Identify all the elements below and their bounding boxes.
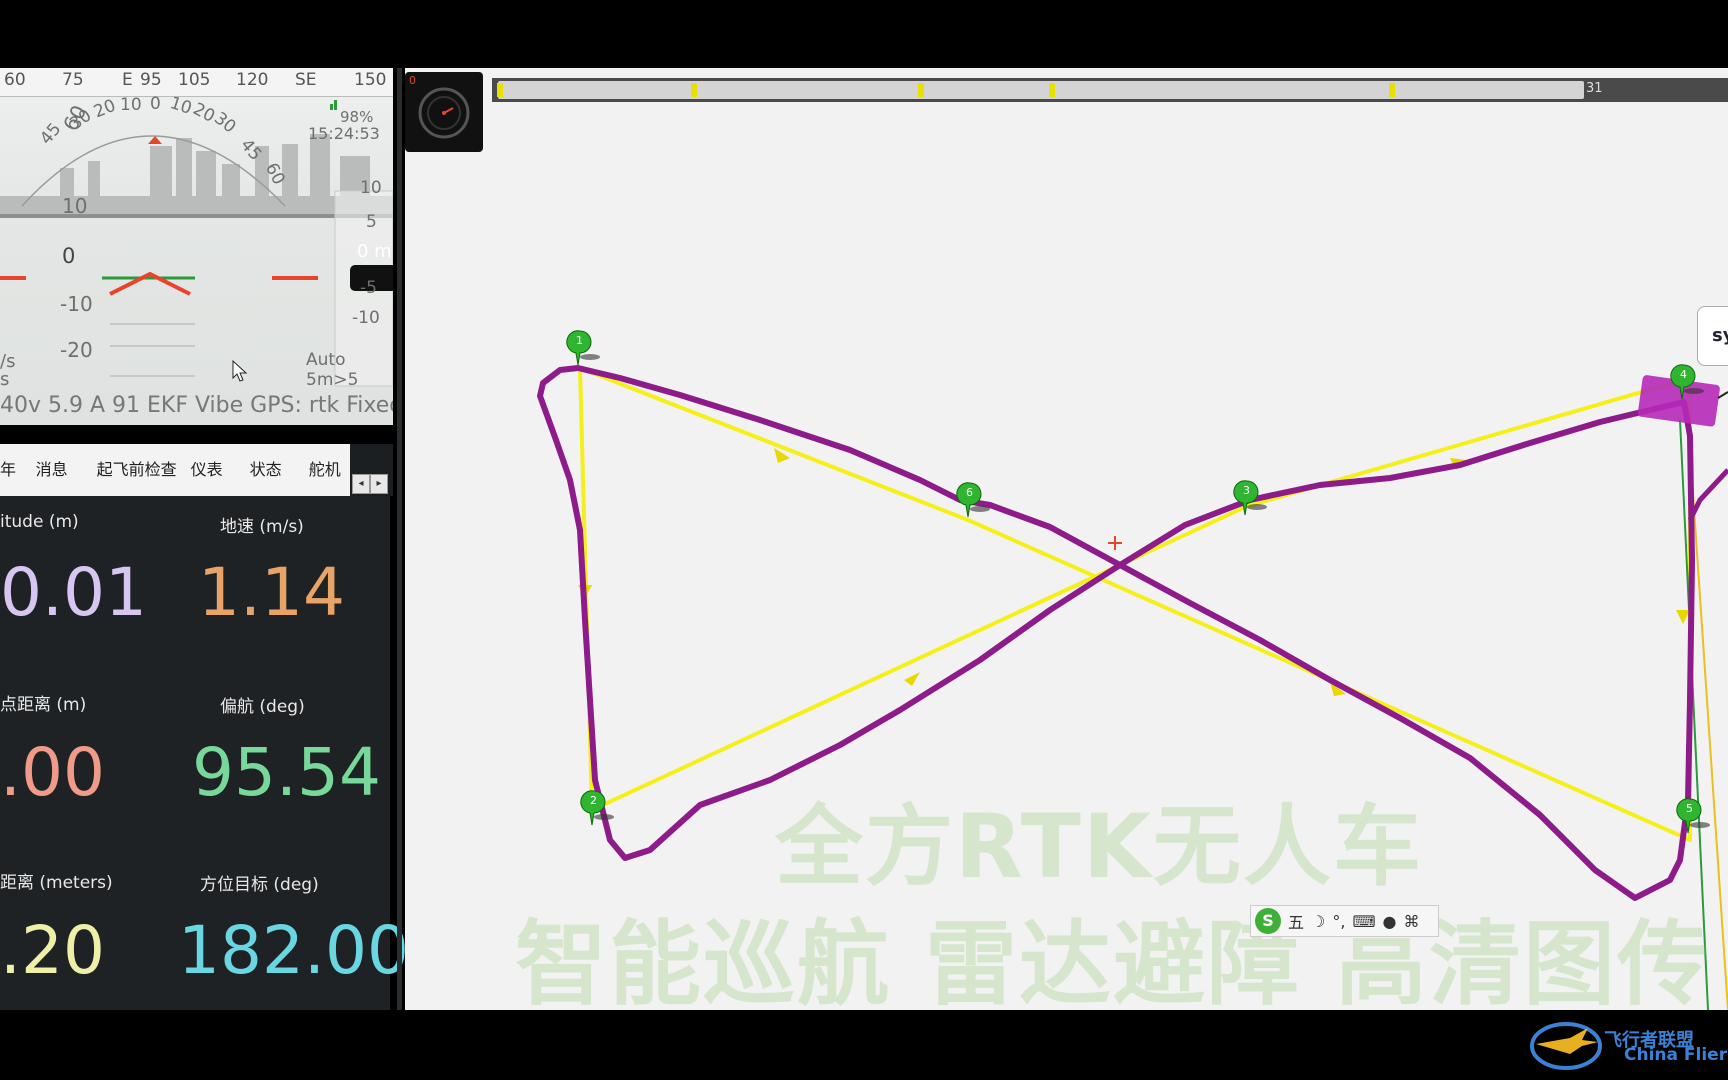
waypoint-number: 6: [966, 486, 973, 499]
tab-preflight[interactable]: 起飞前检查: [89, 444, 183, 496]
tab-partial[interactable]: 年: [0, 444, 28, 496]
tab-bar: 年 消息 起飞前检查 仪表 状态 舵机: [0, 444, 350, 496]
timeline-slider[interactable]: [498, 81, 1584, 99]
quick-value: 1.14: [198, 554, 345, 631]
quick-value: 182.00: [178, 912, 409, 989]
tab-gauges[interactable]: 仪表: [183, 444, 242, 496]
quick-value: .20: [0, 912, 105, 989]
timeline-marker: [1389, 83, 1395, 97]
clock-icon: [418, 87, 470, 139]
pitch-label: -10: [60, 292, 93, 316]
keyboard-icon[interactable]: ⌨: [1352, 912, 1375, 931]
sat-info: 5m>5: [306, 370, 359, 390]
quick-label: 偏航 (deg): [220, 697, 305, 717]
watermark-subtitle: 智能巡航 雷达避障 高清图传: [515, 911, 1712, 1018]
waypoint-marker[interactable]: [956, 481, 992, 521]
ime-logo-icon[interactable]: S: [1255, 908, 1281, 934]
compass-tick: E: [122, 70, 133, 90]
punctuation-icon[interactable]: °,: [1332, 912, 1345, 931]
alt-tape-label: 10: [360, 178, 382, 198]
speed-unit: s: [0, 369, 10, 390]
tab-messages[interactable]: 消息: [28, 444, 89, 496]
clock-widget: 0: [405, 72, 483, 152]
alt-readout: 0 m: [357, 241, 392, 262]
tab-status[interactable]: 状态: [242, 444, 301, 496]
tab-scroll-right-button[interactable]: ▸: [370, 474, 388, 494]
compass-tick: 75: [62, 70, 84, 90]
compass-tick: SE: [295, 70, 317, 90]
pitch-label: 10: [62, 194, 88, 218]
waypoint-marker[interactable]: [566, 329, 602, 369]
heading-arc-label: 0: [150, 94, 161, 114]
waypoint-marker[interactable]: [580, 789, 616, 829]
compass-tick: 95: [140, 70, 162, 90]
pitch-label: -20: [60, 338, 93, 362]
waypoint-number: 5: [1686, 802, 1693, 815]
ime-toolbar[interactable]: S 五 ☽ °, ⌨ ● ⌘: [1250, 905, 1439, 937]
quick-label: 距离 (meters): [0, 873, 113, 893]
pitch-label: 0: [62, 244, 76, 268]
quick-value: 95.54: [192, 734, 381, 811]
planned-route: [578, 366, 1692, 842]
waypoint-marker[interactable]: [1670, 363, 1706, 403]
alt-tape-label: -10: [352, 308, 380, 328]
alt-tape-label: 5: [366, 212, 377, 232]
compass-tick: 150: [354, 70, 387, 90]
compass-tick: 120: [236, 70, 269, 90]
quick-label: 点距离 (m): [0, 695, 87, 715]
bottom-bar: [0, 1010, 1728, 1080]
compass-tape: 60 75 E 95 105 120 SE 150: [0, 68, 393, 97]
quick-label: 地速 (m/s): [220, 517, 304, 537]
timeline-marker: [691, 83, 697, 97]
compass-tick: 60: [4, 70, 26, 90]
timeline-marker: [497, 83, 503, 97]
moon-icon[interactable]: ☽: [1311, 912, 1325, 931]
quick-value: 0.01: [0, 554, 147, 631]
logo-text-en: China Flier: [1624, 1045, 1728, 1065]
flight-mode: Auto: [306, 350, 346, 370]
heading-arc-label: 10: [120, 95, 142, 115]
mouse-cursor-icon: [232, 360, 248, 382]
waypoint-marker[interactable]: [1233, 479, 1269, 519]
waypoint-number: 1: [576, 334, 583, 347]
waypoint-marker[interactable]: [1676, 797, 1712, 837]
compass-tick: 105: [178, 70, 211, 90]
timeline-marker: [918, 83, 924, 97]
tab-scroll-left-button[interactable]: ◂: [352, 474, 370, 494]
timeline-marker: [1049, 83, 1055, 97]
panel-splitter[interactable]: [397, 68, 402, 1010]
hud-panel: 60 75 E 95 105 120 SE 150 60 45 30 20 10…: [0, 68, 393, 425]
vehicle-label-bubble: sy: [1697, 306, 1728, 366]
timeline-end-label: 31: [1586, 81, 1603, 96]
user-icon[interactable]: ●: [1383, 912, 1397, 931]
quick-panel: itude (m) 0.01 地速 (m/s) 1.14 点距离 (m) .00…: [0, 496, 409, 1010]
hud-status-line: 40v 5.9 A 91 EKF Vibe GPS: rtk Fixed: [0, 393, 393, 418]
ime-mode[interactable]: 五: [1288, 909, 1304, 933]
quick-value: .00: [0, 734, 105, 811]
quick-label: 方位目标 (deg): [200, 875, 319, 895]
tab-servo[interactable]: 舵机: [301, 444, 350, 496]
waypoint-number: 2: [590, 794, 597, 807]
alt-tape-label: -5: [360, 278, 377, 298]
grid-icon[interactable]: ⌘: [1404, 912, 1420, 931]
watermark-title: 全方RTK无人车: [775, 795, 1424, 898]
china-flier-logo-icon: [1530, 1022, 1602, 1070]
waypoint-number: 4: [1680, 368, 1687, 381]
quick-label: itude (m): [0, 512, 79, 532]
hud-time: 15:24:53: [308, 124, 380, 143]
waypoint-number: 3: [1243, 484, 1250, 497]
